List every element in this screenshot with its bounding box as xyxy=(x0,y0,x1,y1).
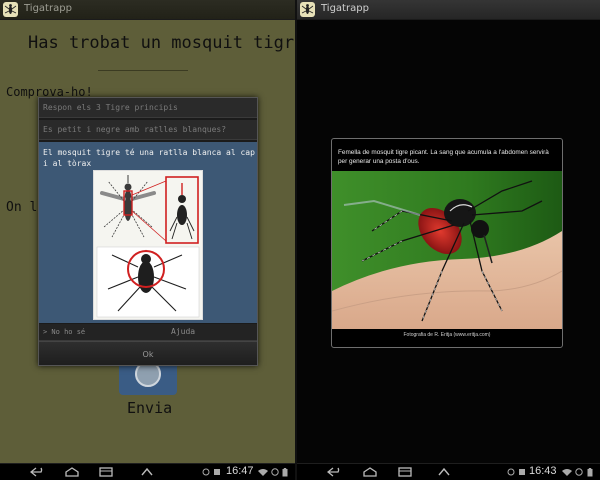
signal-icon xyxy=(271,468,279,476)
system-navbar: 16:43 xyxy=(297,463,600,480)
ok-label: Ok xyxy=(142,350,154,359)
status-clock: 16:43 xyxy=(529,465,557,477)
up-chevron-icon[interactable] xyxy=(437,467,451,477)
back-icon[interactable] xyxy=(327,467,343,477)
app-title: Tigatrapp xyxy=(24,3,72,14)
dont-know-option[interactable]: > No ho sé xyxy=(43,328,85,336)
notification-icon-2 xyxy=(214,469,220,475)
recent-apps-icon[interactable] xyxy=(98,467,114,477)
right-screen: Tigatrapp Femella de mosquit tigre pican… xyxy=(297,0,600,480)
dialog-option-2[interactable]: Es petit i negre amb ratlles blanques? xyxy=(39,120,257,140)
back-icon[interactable] xyxy=(30,467,46,477)
photo-caption: Femella de mosquit tigre picant. La sang… xyxy=(338,149,549,165)
title-divider xyxy=(98,70,188,71)
notification-icon-2 xyxy=(519,469,525,475)
send-label[interactable]: Envia xyxy=(127,399,172,417)
recent-apps-icon[interactable] xyxy=(397,467,413,477)
notification-icon xyxy=(202,468,210,476)
battery-icon xyxy=(587,468,593,477)
mosquito-outline-icon xyxy=(100,175,156,238)
photo-credit: Fotografia de R. Eritja (www.eritja.com) xyxy=(403,332,491,338)
dialog-option-1[interactable]: Respon els 3 Tigre principis xyxy=(39,98,257,118)
app-title: Tigatrapp xyxy=(321,3,369,14)
battery-icon xyxy=(282,468,288,477)
expanded-panel: El mosquit tigre té una ratlla blanca al… xyxy=(39,142,257,323)
up-chevron-icon[interactable] xyxy=(140,467,154,477)
notification-icon xyxy=(507,468,515,476)
page-title: Has trobat un mosquit tigre? xyxy=(28,33,296,53)
wifi-icon xyxy=(258,469,268,476)
home-icon[interactable] xyxy=(64,467,80,477)
partial-label: On l xyxy=(6,200,38,215)
app-mosquito-icon xyxy=(3,2,18,17)
quiz-dialog: Respon els 3 Tigre principis Es petit i … xyxy=(38,97,258,366)
ok-button[interactable]: Ok xyxy=(39,341,257,365)
status-clock: 16:47 xyxy=(226,465,254,477)
wifi-icon xyxy=(562,469,572,476)
system-navbar: 16:47 xyxy=(0,463,296,480)
left-screen: Tigatrapp Has trobat un mosquit tigre? C… xyxy=(0,0,296,480)
panel-text: El mosquit tigre té una ratlla blanca al… xyxy=(43,148,255,168)
mosquito-photo xyxy=(332,171,562,329)
help-row: > No ho sé Ajuda xyxy=(39,324,257,341)
mosquito-diagram-image xyxy=(93,170,203,320)
titlebar: Tigatrapp xyxy=(297,0,600,20)
photo-dialog: Femella de mosquit tigre picant. La sang… xyxy=(331,138,563,348)
app-mosquito-icon xyxy=(300,2,315,17)
help-link[interactable]: Ajuda xyxy=(171,327,195,336)
home-icon[interactable] xyxy=(362,467,378,477)
signal-icon xyxy=(575,468,583,476)
titlebar: Tigatrapp xyxy=(0,0,296,20)
